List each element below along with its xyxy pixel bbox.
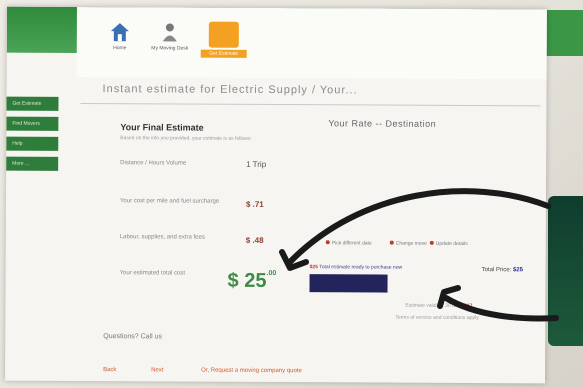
option-change-move[interactable]: Change move xyxy=(389,240,427,247)
row-value-labour: $ .48 xyxy=(245,235,264,245)
terms-note: Terms of service and conditions apply xyxy=(395,314,479,322)
adjacent-window-edge xyxy=(546,10,583,56)
app-window: Home My Moving Desk Get Estimate Instant… xyxy=(5,6,547,384)
purchase-button[interactable] xyxy=(309,274,388,293)
destination-title: Your Rate -- Destination xyxy=(328,118,437,129)
bullet-icon xyxy=(389,240,394,245)
row-value-cost-per-mile: $ .71 xyxy=(245,199,264,209)
sidebar-item-more[interactable]: More ... xyxy=(6,156,59,171)
nav-get-estimate[interactable]: Get Estimate xyxy=(200,21,247,58)
questions-label: Questions? Call us xyxy=(103,333,163,341)
estimate-title: Your Final Estimate xyxy=(120,122,204,133)
row-label-total: Your estimated total cost xyxy=(119,270,186,277)
validity-note: Estimate valid for 30 days $17 xyxy=(405,302,473,310)
sidebar-item-find-movers[interactable]: Find Movers xyxy=(6,116,59,131)
bullet-icon xyxy=(325,240,330,245)
sidebar-item-help[interactable]: Help xyxy=(6,136,59,151)
sidebar-item-get-estimate[interactable]: Get Estimate xyxy=(6,96,59,111)
divider xyxy=(80,102,541,107)
person-desk-icon xyxy=(160,21,180,43)
estimate-box-icon xyxy=(208,21,239,48)
bullet-icon xyxy=(429,240,434,245)
estimate-subtitle: Based on the info you provided, your est… xyxy=(120,135,252,142)
purchase-summary: $25 Total estimate ready to purchase now xyxy=(309,264,403,271)
row-label-labour: Labour, supplies, and extra fees xyxy=(119,234,205,241)
adjacent-window-dark xyxy=(548,196,583,346)
page-title: Instant estimate for Electric Supply / Y… xyxy=(102,83,358,97)
option-update-details[interactable]: Update details xyxy=(429,240,468,247)
option-pick-date[interactable]: Pick different date xyxy=(325,240,372,247)
nav-home[interactable]: Home xyxy=(97,21,143,51)
nav-moving-desk[interactable]: My Moving Desk xyxy=(147,21,193,52)
estimate-total-price: $ 25.00 xyxy=(227,269,277,292)
house-icon xyxy=(110,21,130,43)
header-band xyxy=(6,6,547,80)
back-link[interactable]: Back xyxy=(103,367,116,373)
request-quote-link[interactable]: Or, Request a moving company quote xyxy=(201,368,302,375)
row-label-distance: Distance / Hours Volume xyxy=(120,160,187,167)
next-link[interactable]: Next xyxy=(151,367,163,373)
total-price: Total Price: $25 xyxy=(481,267,523,274)
row-label-cost-per-mile: Your cost per mile and fuel surcharge xyxy=(119,198,220,205)
row-value-distance: 1 Trip xyxy=(246,159,267,169)
